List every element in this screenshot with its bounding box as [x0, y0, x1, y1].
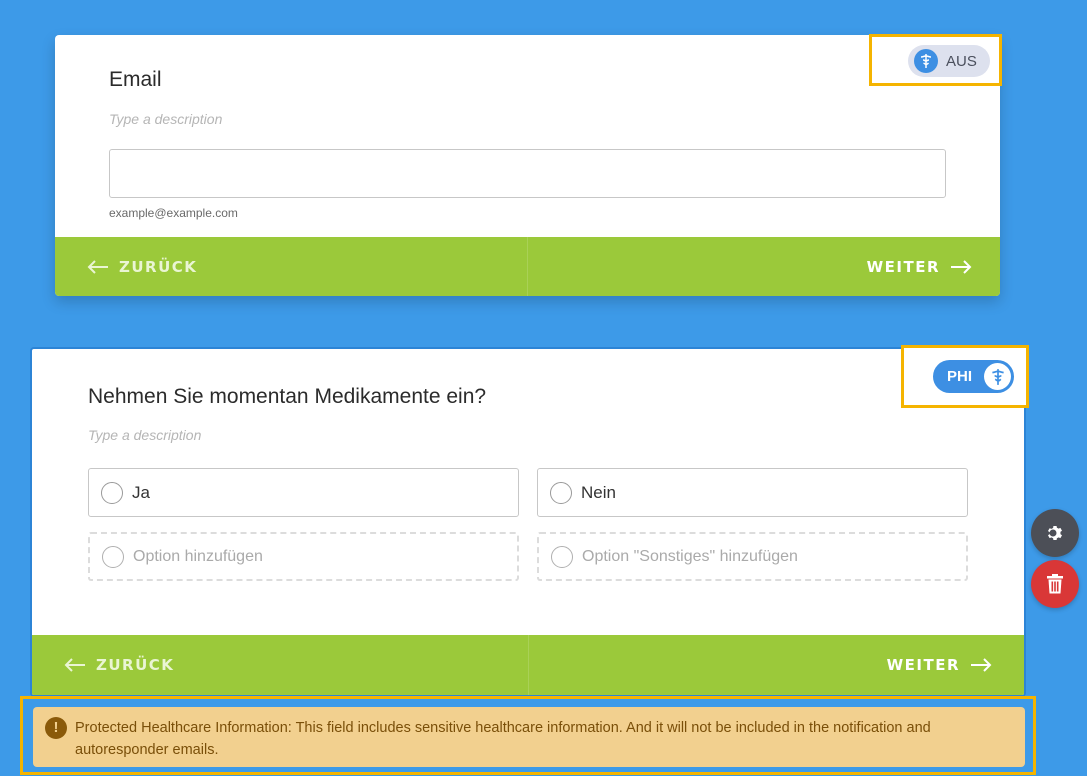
radio-button[interactable] — [101, 481, 123, 504]
email-phi-toggle[interactable]: AUS — [908, 45, 990, 77]
exclamation-icon: ! — [45, 717, 67, 739]
medication-question-title[interactable]: Nehmen Sie momentan Medikamente ein? — [88, 385, 486, 409]
email-question-title[interactable]: Email — [109, 68, 162, 92]
email-description-placeholder[interactable]: Type a description — [109, 111, 222, 127]
radio-button[interactable] — [550, 481, 572, 504]
email-card-navigation: ZURÜCK WEITER — [55, 237, 1000, 296]
arrow-right-icon — [951, 259, 972, 274]
option-ja[interactable]: Ja — [88, 468, 519, 517]
arrow-left-icon — [87, 259, 108, 274]
option-ja-label[interactable]: Ja — [132, 483, 150, 503]
phi-warning-banner: ! Protected Healthcare Information: This… — [33, 707, 1025, 767]
phi-warning-text: Protected Healthcare Information: This f… — [75, 720, 931, 758]
email-back-button[interactable]: ZURÜCK — [87, 258, 197, 276]
option-nein[interactable]: Nein — [537, 468, 968, 517]
medication-next-label: WEITER — [886, 656, 960, 674]
arrow-left-icon — [64, 658, 85, 672]
email-question-card: Email Type a description example@example… — [55, 35, 1000, 296]
medication-phi-toggle-label: PHI — [947, 368, 973, 385]
radio-button — [102, 545, 124, 568]
radio-button — [551, 545, 573, 568]
medication-question-card: Nehmen Sie momentan Medikamente ein? Typ… — [30, 347, 1026, 697]
email-phi-toggle-label: AUS — [946, 52, 977, 70]
add-option-label: Option hinzufügen — [133, 547, 263, 565]
gear-icon — [1048, 526, 1062, 540]
caduceus-icon — [984, 363, 1011, 390]
add-option-button[interactable]: Option hinzufügen — [88, 532, 519, 581]
field-settings-button[interactable] — [1031, 509, 1079, 557]
add-other-option-button[interactable]: Option "Sonstiges" hinzufügen — [537, 532, 968, 581]
option-nein-label[interactable]: Nein — [581, 483, 616, 503]
medication-back-label: ZURÜCK — [96, 656, 175, 674]
medication-card-navigation: ZURÜCK WEITER — [32, 635, 1024, 695]
caduceus-icon — [914, 49, 938, 73]
email-input[interactable] — [109, 149, 946, 198]
medication-phi-toggle[interactable]: PHI — [933, 360, 1014, 393]
medication-next-button[interactable]: WEITER — [887, 656, 992, 674]
trash-icon — [1047, 574, 1063, 594]
email-next-button[interactable]: WEITER — [867, 258, 972, 276]
add-other-option-label: Option "Sonstiges" hinzufügen — [582, 547, 798, 565]
email-sublabel[interactable]: example@example.com — [109, 206, 238, 220]
arrow-right-icon — [971, 658, 992, 672]
email-next-label: WEITER — [866, 257, 940, 276]
medication-description-placeholder[interactable]: Type a description — [88, 427, 201, 443]
medication-back-button[interactable]: ZURÜCK — [64, 656, 174, 674]
delete-field-button[interactable] — [1031, 560, 1079, 608]
email-back-label: ZURÜCK — [119, 257, 198, 276]
